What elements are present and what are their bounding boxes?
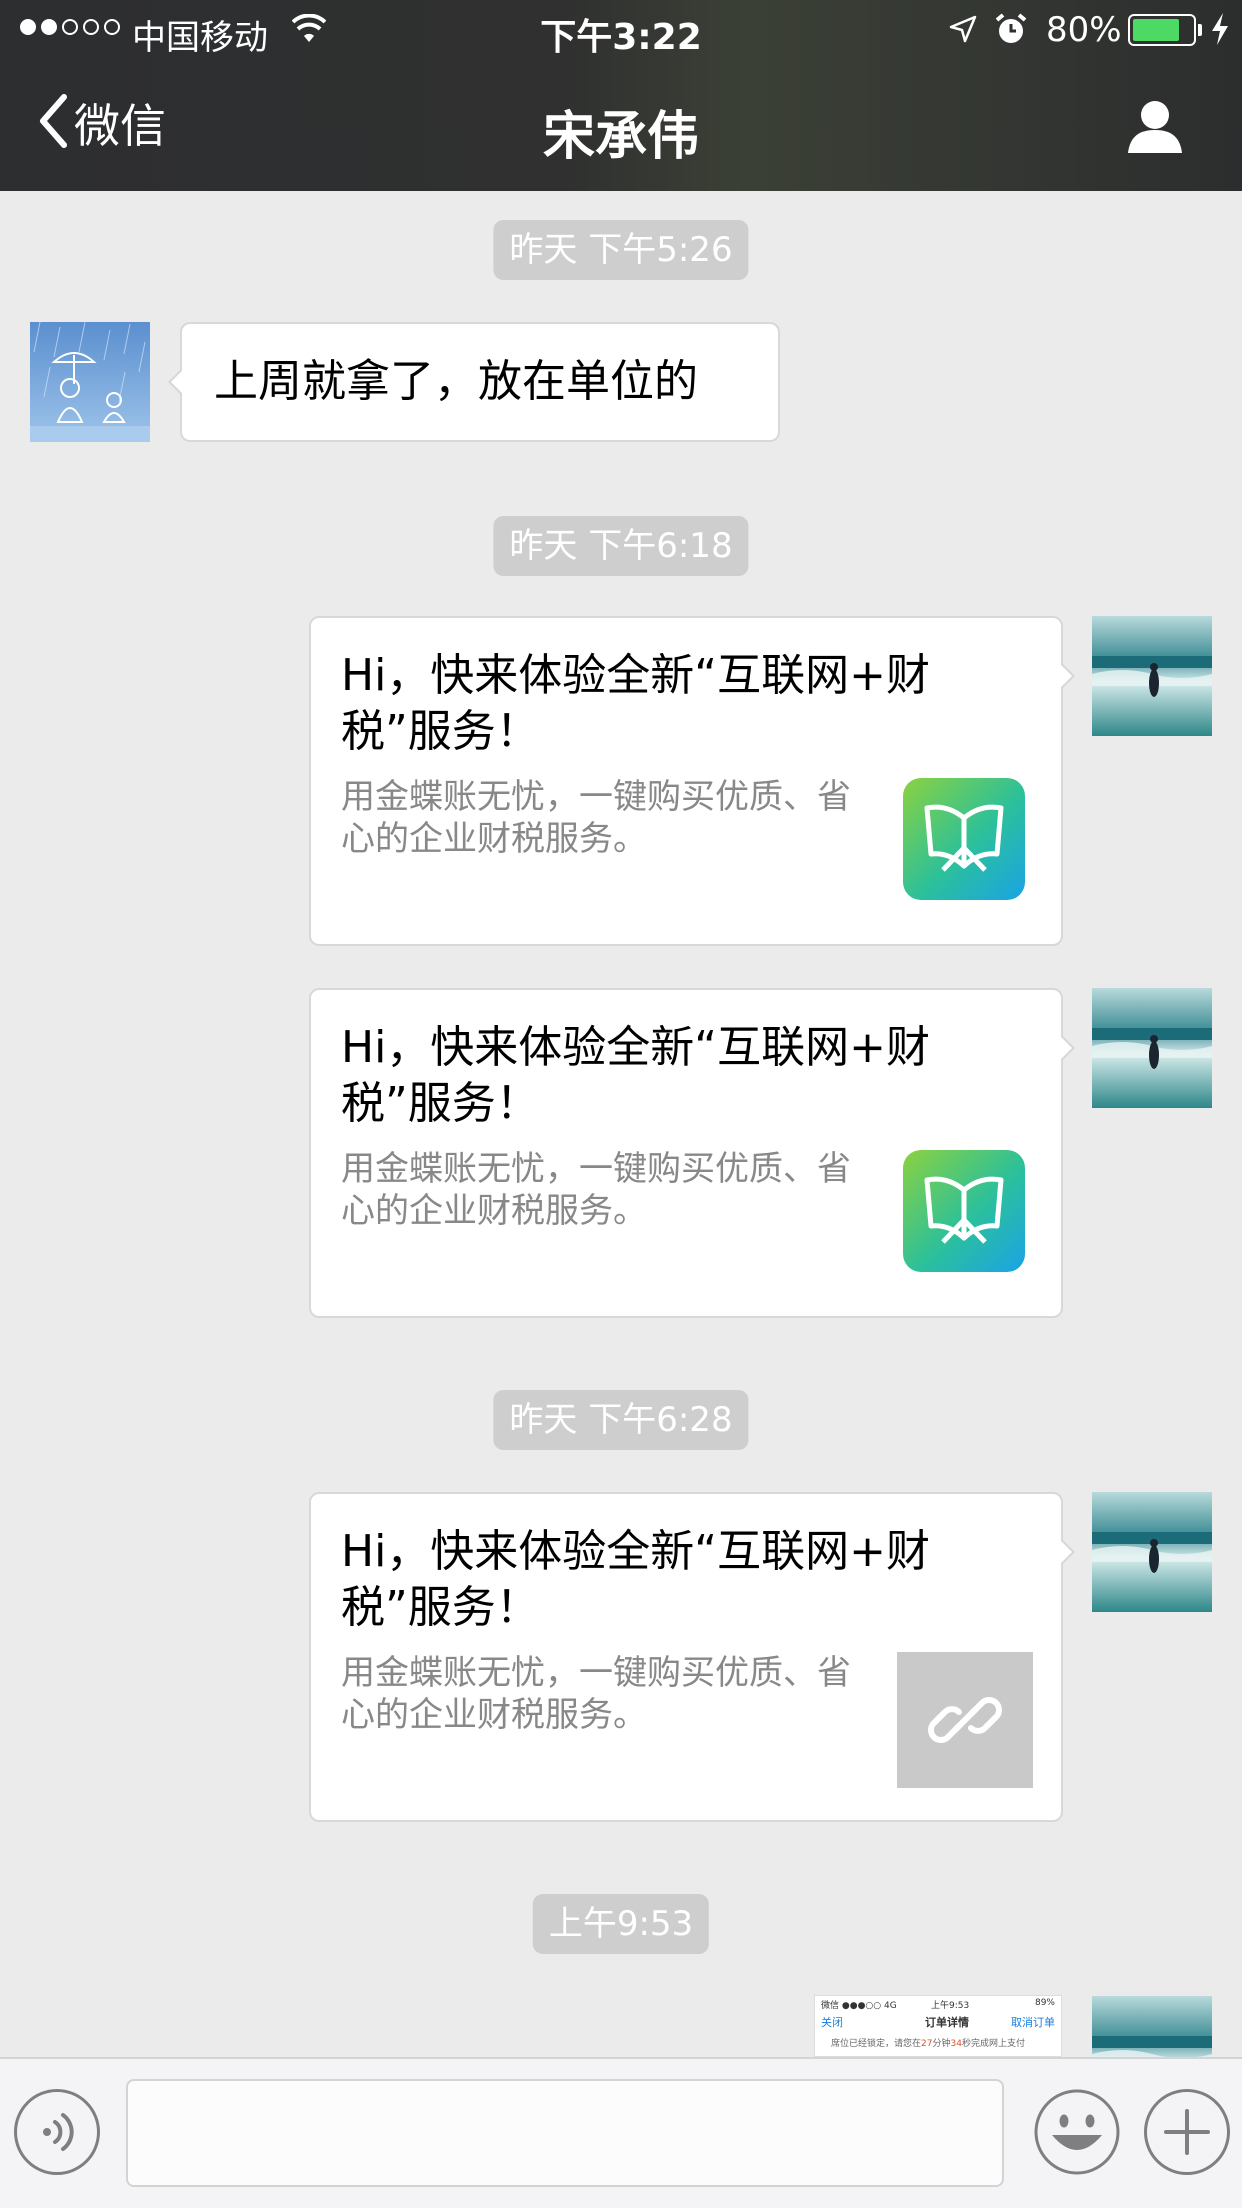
nav-bar: 微信 宋承伟 [0,60,1242,191]
timestamp: 上午9:53 [532,1894,710,1954]
plus-icon[interactable] [1144,2089,1230,2175]
timestamp: 昨天 下午6:28 [493,1390,749,1450]
battery-icon [1128,14,1196,46]
contact-avatar[interactable] [30,322,150,442]
profile-person-icon[interactable] [1126,98,1184,158]
my-avatar[interactable] [1092,616,1212,736]
message-bubble-left[interactable]: 上周就拿了，放在单位的 [168,322,780,442]
image-message[interactable]: 微信 ●●●○○ 4G 上午9:53 89% 关闭 订单详情 取消订单 席位已经… [814,1995,1062,2057]
chat-area[interactable]: 昨天 下午5:26 上周就拿了，放在单位的 昨天 下午6:18 Hi，快来体验全… [0,191,1242,2057]
my-avatar[interactable] [1092,1996,1212,2057]
message-text: 上周就拿了，放在单位的 [214,356,698,407]
card-title: Hi，快来体验全新“互联网+财税”服务！ [341,1526,930,1633]
link-icon [897,1652,1033,1788]
link-card-message[interactable]: Hi，快来体验全新“互联网+财税”服务！ 用金蝶账无忧，一键购买优质、省心的企业… [309,616,1075,946]
location-arrow-icon [948,14,978,48]
my-avatar[interactable] [1092,988,1212,1108]
battery-percent: 80% [1046,10,1122,50]
input-bar [0,2057,1242,2208]
card-description: 用金蝶账无忧，一键购买优质、省心的企业财税服务。 [341,1149,851,1231]
status-bar: 中国移动 下午3:22 80% [0,0,1242,60]
link-card-message[interactable]: Hi，快来体验全新“互联网+财税”服务！ 用金蝶账无忧，一键购买优质、省心的企业… [309,1492,1075,1822]
voice-icon[interactable] [14,2089,100,2175]
link-card-message[interactable]: Hi，快来体验全新“互联网+财税”服务！ 用金蝶账无忧，一键购买优质、省心的企业… [309,988,1075,1318]
butterfly-app-icon [903,1150,1025,1272]
timestamp: 昨天 下午5:26 [493,220,749,280]
timestamp: 昨天 下午6:18 [493,516,749,576]
my-avatar[interactable] [1092,1492,1212,1612]
card-title: Hi，快来体验全新“互联网+财税”服务！ [341,650,930,757]
message-input[interactable] [126,2079,1004,2187]
card-description: 用金蝶账无忧，一键购买优质、省心的企业财税服务。 [341,777,851,859]
card-description: 用金蝶账无忧，一键购买优质、省心的企业财税服务。 [341,1653,851,1735]
butterfly-app-icon [903,778,1025,900]
top-bar: 中国移动 下午3:22 80% 微信 宋承伟 [0,0,1242,191]
emoji-icon[interactable] [1034,2089,1120,2175]
alarm-clock-icon [994,12,1028,50]
charging-bolt-icon [1210,12,1230,50]
chat-title: 宋承伟 [542,107,699,167]
card-title: Hi，快来体验全新“互联网+财税”服务！ [341,1022,930,1129]
